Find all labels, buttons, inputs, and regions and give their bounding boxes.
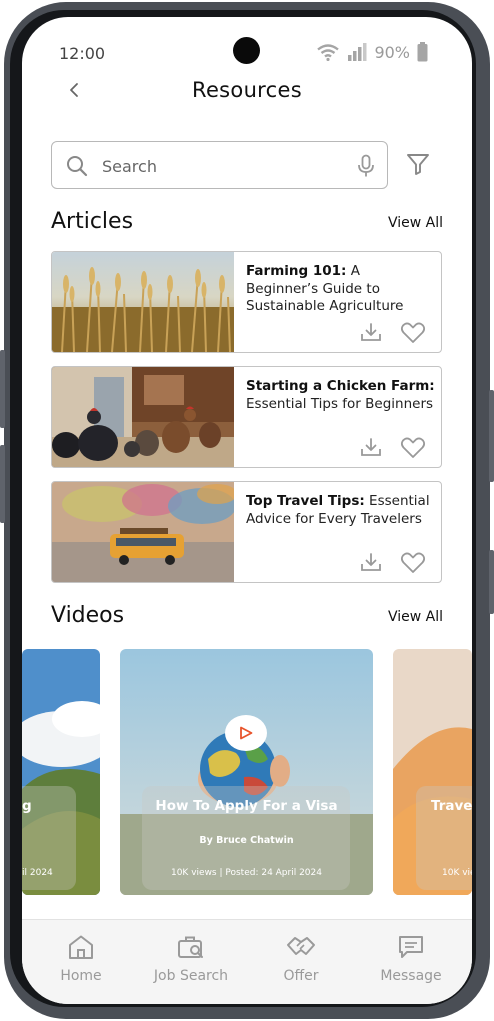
side-button — [489, 550, 494, 614]
videos-view-all-link[interactable]: View All — [388, 609, 443, 625]
page-title: Resources — [192, 78, 302, 102]
nav-item-home[interactable]: Home — [26, 934, 136, 984]
message-icon — [399, 936, 423, 958]
microphone-icon[interactable] — [357, 154, 375, 178]
power-button — [489, 390, 494, 482]
nav-label: Home — [60, 968, 102, 984]
article-title-bold: Starting a Chicken Farm: — [246, 378, 435, 394]
download-icon[interactable] — [360, 322, 382, 342]
nav-label: Job Search — [153, 968, 229, 984]
videos-carousel[interactable]: g il 2024 How To Apply For a Visa By Bru… — [22, 649, 472, 899]
video-card-featured[interactable]: How To Apply For a Visa By Bruce Chatwin… — [120, 649, 373, 895]
nav-label: Message — [380, 968, 442, 984]
video-title-fragment: Trave — [431, 798, 472, 814]
app-screen: 12:00 90% Resources Search Articles View… — [22, 17, 472, 1004]
side-button — [0, 350, 5, 428]
heart-icon[interactable] — [400, 322, 426, 344]
status-time: 12:00 — [59, 44, 106, 63]
article-card[interactable]: Top Travel Tips: Essential Advice for Ev… — [51, 481, 442, 583]
articles-view-all-link[interactable]: View All — [388, 215, 443, 231]
article-title-bold: Top Travel Tips: — [246, 493, 365, 509]
play-button[interactable] — [225, 715, 267, 751]
video-title-fragment: g — [22, 798, 32, 814]
heart-icon[interactable] — [400, 552, 426, 574]
article-title: Starting a Chicken Farm: Essential Tips … — [246, 378, 436, 413]
article-card[interactable]: Farming 101: A Beginner’s Guide to Susta… — [51, 251, 442, 353]
handshake-icon — [287, 937, 315, 955]
video-card[interactable]: g il 2024 — [22, 649, 100, 895]
signal-icon — [348, 43, 367, 61]
download-icon[interactable] — [360, 552, 382, 572]
home-icon — [69, 935, 93, 959]
nav-item-offer[interactable]: Offer — [246, 934, 356, 984]
videos-heading: Videos — [51, 603, 125, 628]
bottom-navigation: Home Job Search Offer Message — [22, 919, 472, 1004]
video-meta-fragment: il 2024 — [22, 868, 53, 878]
nav-label: Offer — [283, 968, 319, 984]
article-card[interactable]: Starting a Chicken Farm: Essential Tips … — [51, 366, 442, 468]
page-header: Resources — [22, 75, 472, 115]
video-meta: 10K views | Posted: 24 April 2024 — [170, 868, 322, 878]
video-card[interactable]: Trave 10K vie — [393, 649, 472, 895]
article-thumbnail-chickens — [52, 367, 234, 467]
filter-icon[interactable] — [406, 153, 430, 175]
video-meta-fragment: 10K vie — [442, 868, 472, 878]
heart-icon[interactable] — [400, 437, 426, 459]
play-icon — [240, 726, 253, 740]
articles-heading: Articles — [51, 209, 134, 234]
nav-item-job-search[interactable]: Job Search — [136, 934, 246, 984]
front-camera — [233, 37, 260, 64]
wifi-icon — [317, 44, 340, 61]
article-title-rest: Essential Tips for Beginners — [246, 395, 434, 412]
battery-icon — [417, 42, 428, 62]
article-thumbnail-wheat — [52, 252, 234, 352]
search-box[interactable] — [51, 141, 388, 189]
side-button — [0, 445, 5, 523]
video-author: By Bruce Chatwin — [199, 835, 294, 846]
battery-percent: 90% — [374, 42, 410, 62]
article-title: Top Travel Tips: Essential Advice for Ev… — [246, 493, 436, 528]
article-title-bold: Farming 101: — [246, 263, 347, 279]
status-icons: 90% — [316, 42, 428, 62]
article-thumbnail-travel — [52, 482, 234, 582]
search-input[interactable] — [102, 152, 342, 180]
search-icon — [67, 156, 88, 177]
article-title: Farming 101: A Beginner’s Guide to Susta… — [246, 263, 436, 316]
nav-item-message[interactable]: Message — [356, 934, 466, 984]
download-icon[interactable] — [360, 437, 382, 457]
briefcase-search-icon — [178, 936, 203, 958]
video-title: How To Apply For a Visa — [155, 798, 338, 814]
